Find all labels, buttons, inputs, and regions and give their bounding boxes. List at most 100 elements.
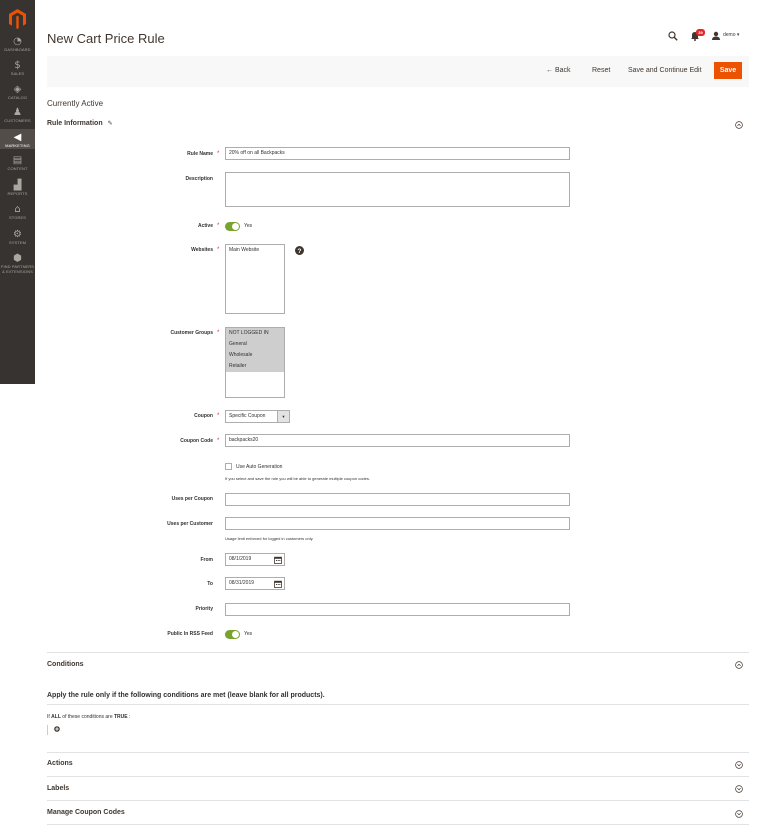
manage-coupon-codes-title[interactable]: Manage Coupon Codes bbox=[47, 809, 125, 816]
chevron-down-icon: ▼ bbox=[277, 411, 289, 422]
nav-marketing[interactable]: ◀ MARKETING bbox=[0, 129, 35, 149]
nav-stores[interactable]: ⌂ STORES bbox=[0, 204, 35, 220]
active-label: Active bbox=[197, 223, 213, 229]
pencil-icon: ✎ bbox=[107, 121, 113, 127]
description-label: Description bbox=[185, 176, 213, 182]
actions-title[interactable]: Actions bbox=[47, 760, 73, 767]
uses-per-customer-note: Usage limit enforced for logged in custo… bbox=[225, 536, 314, 541]
to-date-label: To bbox=[207, 581, 213, 587]
conditions-description: Apply the rule only if the following con… bbox=[47, 692, 325, 699]
website-option[interactable]: Main Website bbox=[226, 245, 284, 256]
user-icon[interactable] bbox=[711, 31, 721, 41]
svg-text:?: ? bbox=[298, 248, 302, 255]
dollar-icon: $ bbox=[14, 60, 21, 71]
nav-dashboard[interactable]: ◔ DASHBOARD bbox=[0, 36, 35, 52]
required-marker: * bbox=[217, 330, 220, 336]
conditions-title[interactable]: Conditions bbox=[47, 661, 84, 668]
search-icon[interactable] bbox=[668, 31, 678, 41]
uses-per-coupon-label: Uses per Coupon bbox=[171, 496, 213, 502]
coupon-select[interactable]: Specific Coupon ▼ bbox=[225, 410, 290, 423]
from-date-input[interactable]: 08/1/2019 bbox=[225, 553, 285, 566]
required-marker: * bbox=[217, 247, 220, 253]
expand-icon[interactable] bbox=[735, 761, 743, 769]
extensions-icon: ⬢ bbox=[13, 253, 22, 264]
required-marker: * bbox=[217, 223, 220, 229]
add-condition-icon[interactable] bbox=[54, 726, 60, 732]
to-date-input[interactable]: 08/31/2019 bbox=[225, 577, 285, 590]
aggregator-select[interactable]: ALL bbox=[51, 714, 61, 720]
websites-label: Websites bbox=[191, 247, 213, 253]
active-toggle-label: Yes bbox=[244, 223, 253, 229]
expand-icon[interactable] bbox=[735, 785, 743, 793]
required-marker: * bbox=[217, 151, 220, 157]
magento-logo-icon[interactable] bbox=[9, 9, 26, 29]
conditions-tree-line bbox=[47, 725, 48, 735]
section-divider bbox=[47, 704, 749, 705]
nav-sales[interactable]: $ SALES bbox=[0, 60, 35, 76]
description-textarea[interactable] bbox=[225, 172, 570, 207]
labels-title[interactable]: Labels bbox=[47, 785, 69, 792]
use-auto-generation-label: Use Auto Generation bbox=[236, 464, 283, 470]
calendar-icon[interactable] bbox=[274, 580, 282, 588]
required-marker: * bbox=[217, 438, 220, 444]
uses-per-coupon-input[interactable] bbox=[225, 493, 570, 506]
back-button[interactable]: ← Back bbox=[546, 67, 571, 74]
rule-name-input[interactable]: 20% off on all Backpacks bbox=[225, 147, 570, 160]
admin-sidebar: ◔ DASHBOARD $ SALES ◈ CATALOG ♟ CUSTOMER… bbox=[0, 0, 35, 384]
notifications-count-badge: 39 bbox=[696, 29, 705, 36]
coupon-code-label: Coupon Code bbox=[180, 438, 213, 444]
cube-icon: ◈ bbox=[13, 84, 22, 95]
nav-find-partners[interactable]: ⬢ FIND PARTNERS & EXTENSIONS bbox=[0, 253, 35, 275]
use-auto-generation-checkbox[interactable] bbox=[225, 463, 232, 470]
page-title: New Cart Price Rule bbox=[47, 31, 165, 46]
customer-group-option[interactable]: Retailer bbox=[226, 361, 284, 372]
customer-group-option[interactable]: Wholesale bbox=[226, 350, 284, 361]
arrow-left-icon: ← bbox=[546, 67, 553, 74]
customer-group-option[interactable]: NOT LOGGED IN bbox=[226, 328, 284, 339]
customer-groups-multiselect[interactable]: NOT LOGGED IN General Wholesale Retailer bbox=[225, 327, 285, 398]
section-divider bbox=[47, 776, 749, 777]
coupon-code-input[interactable]: backpacks20 bbox=[225, 434, 570, 447]
store-icon: ⌂ bbox=[14, 204, 21, 215]
user-menu[interactable]: demo ▾ bbox=[723, 32, 739, 38]
rss-feed-toggle[interactable] bbox=[225, 630, 240, 639]
websites-multiselect[interactable]: Main Website bbox=[225, 244, 285, 314]
uses-per-customer-label: Uses per Customer bbox=[167, 521, 213, 527]
required-marker: * bbox=[217, 413, 220, 419]
conditions-rule: If ALL of these conditions are TRUE : bbox=[47, 714, 131, 720]
rss-feed-toggle-label: Yes bbox=[244, 631, 253, 637]
from-date-label: From bbox=[200, 557, 214, 563]
customer-groups-label: Customer Groups bbox=[170, 330, 213, 336]
bar-chart-icon: ▟ bbox=[13, 180, 22, 191]
uses-per-customer-input[interactable] bbox=[225, 517, 570, 530]
nav-customers[interactable]: ♟ CUSTOMERS bbox=[0, 107, 35, 123]
active-toggle[interactable] bbox=[225, 222, 240, 231]
nav-reports[interactable]: ▟ REPORTS bbox=[0, 180, 35, 196]
rss-feed-label: Public In RSS Feed bbox=[167, 631, 213, 637]
rule-name-label: Rule Name bbox=[187, 151, 213, 157]
save-button[interactable]: Save bbox=[714, 62, 742, 79]
collapse-icon[interactable] bbox=[735, 121, 743, 129]
megaphone-icon: ◀ bbox=[13, 132, 22, 143]
rule-status: Currently Active bbox=[47, 99, 104, 108]
expand-icon[interactable] bbox=[735, 810, 743, 818]
rule-information-title[interactable]: Rule Information ✎ bbox=[47, 120, 113, 127]
auto-generation-note: If you select and save the rule you will… bbox=[225, 476, 370, 481]
value-select[interactable]: TRUE bbox=[114, 714, 128, 720]
help-icon[interactable]: ? bbox=[295, 246, 304, 255]
nav-catalog[interactable]: ◈ CATALOG bbox=[0, 84, 35, 100]
reset-button[interactable]: Reset bbox=[592, 67, 610, 74]
customer-group-option[interactable]: General bbox=[226, 339, 284, 350]
collapse-icon[interactable] bbox=[735, 661, 743, 669]
save-and-continue-button[interactable]: Save and Continue Edit bbox=[628, 67, 702, 74]
section-divider bbox=[47, 652, 749, 653]
priority-label: Priority bbox=[195, 606, 213, 612]
nav-system[interactable]: ⚙ SYSTEM bbox=[0, 229, 35, 245]
section-divider bbox=[47, 800, 749, 801]
priority-input[interactable] bbox=[225, 603, 570, 616]
section-divider bbox=[47, 752, 749, 753]
content-icon: ▤ bbox=[12, 155, 23, 166]
gear-icon: ⚙ bbox=[13, 229, 22, 240]
calendar-icon[interactable] bbox=[274, 556, 282, 564]
nav-content[interactable]: ▤ CONTENT bbox=[0, 155, 35, 171]
